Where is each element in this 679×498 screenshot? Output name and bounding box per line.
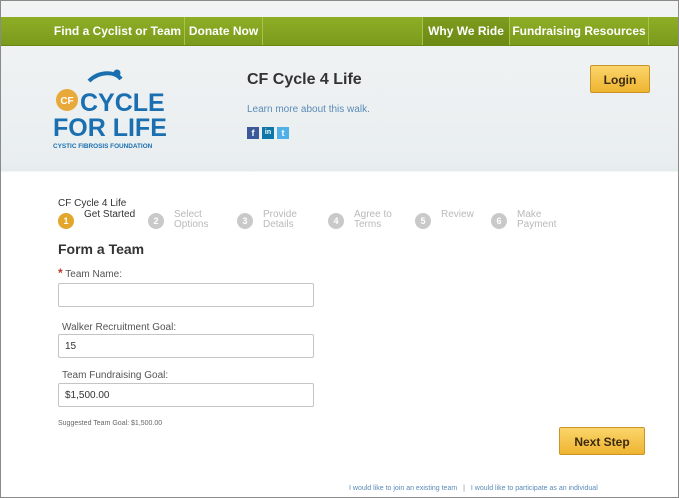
logo-graphic: CF CYCLE FOR LIFE CYSTIC FIBROSIS FOUNDA… <box>53 69 167 150</box>
step-number: 5 <box>415 213 431 229</box>
form-title: Form a Team <box>58 241 145 257</box>
step-number: 3 <box>237 213 253 229</box>
linkedin-icon[interactable]: in <box>262 127 274 139</box>
step-label: Agree to Terms <box>354 209 392 230</box>
step-number: 6 <box>491 213 507 229</box>
nav-fundraising-resources[interactable]: Fundraising Resources <box>510 17 649 45</box>
step-number: 4 <box>328 213 344 229</box>
suggested-team-goal: Suggested Team Goal: $1,500.00 <box>58 420 163 427</box>
nav-find-cyclist[interactable]: Find a Cyclist or Team <box>51 17 185 45</box>
step-number: 2 <box>148 213 164 229</box>
required-asterisk: * <box>58 266 63 280</box>
team-name-label: * Team Name: <box>58 266 122 280</box>
join-existing-team-link[interactable]: I would like to join an existing team <box>349 485 457 492</box>
step-label: Get Started <box>84 209 136 220</box>
participate-individual-link[interactable]: I would like to participate as an indivi… <box>471 485 598 492</box>
step-label: Select Options <box>174 209 209 230</box>
logo-cycle-text: CYCLE <box>80 89 165 117</box>
social-links: f in t <box>247 127 289 139</box>
breadcrumb: CF Cycle 4 Life <box>58 198 127 209</box>
top-nav: Find a Cyclist or Team Donate Now Why We… <box>1 17 678 46</box>
logo-cf-text: CF <box>60 96 73 107</box>
step-number: 1 <box>58 213 74 229</box>
facebook-icon[interactable]: f <box>247 127 259 139</box>
fundraising-goal-input[interactable] <box>58 383 314 407</box>
step-label: Provide Details <box>263 209 297 230</box>
link-separator: | <box>463 485 465 492</box>
walk-title: CF Cycle 4 Life <box>247 71 362 88</box>
footer-links: I would like to join an existing team | … <box>349 485 598 492</box>
learn-more-link[interactable]: Learn more about this walk. <box>247 104 370 115</box>
step-label: Make Payment <box>517 209 557 230</box>
walker-goal-label: Walker Recruitment Goal: <box>62 322 177 333</box>
nav-donate-now[interactable]: Donate Now <box>185 17 263 45</box>
next-step-button[interactable]: Next Step <box>559 427 645 455</box>
cycle-for-life-logo[interactable]: CF CYCLE FOR LIFE CYSTIC FIBROSIS FOUNDA… <box>51 67 181 151</box>
team-name-input[interactable] <box>58 283 314 307</box>
logo-org-text: CYSTIC FIBROSIS FOUNDATION <box>53 143 153 150</box>
nav-why-we-ride[interactable]: Why We Ride <box>423 17 510 45</box>
logo-forlife-text: FOR LIFE <box>53 114 167 142</box>
fundraising-goal-label: Team Fundraising Goal: <box>62 370 169 381</box>
nav-spacer <box>263 17 423 45</box>
login-button[interactable]: Login <box>590 65 650 93</box>
page-frame: Find a Cyclist or Team Donate Now Why We… <box>0 0 679 498</box>
twitter-icon[interactable]: t <box>277 127 289 139</box>
walker-goal-input[interactable] <box>58 334 314 358</box>
